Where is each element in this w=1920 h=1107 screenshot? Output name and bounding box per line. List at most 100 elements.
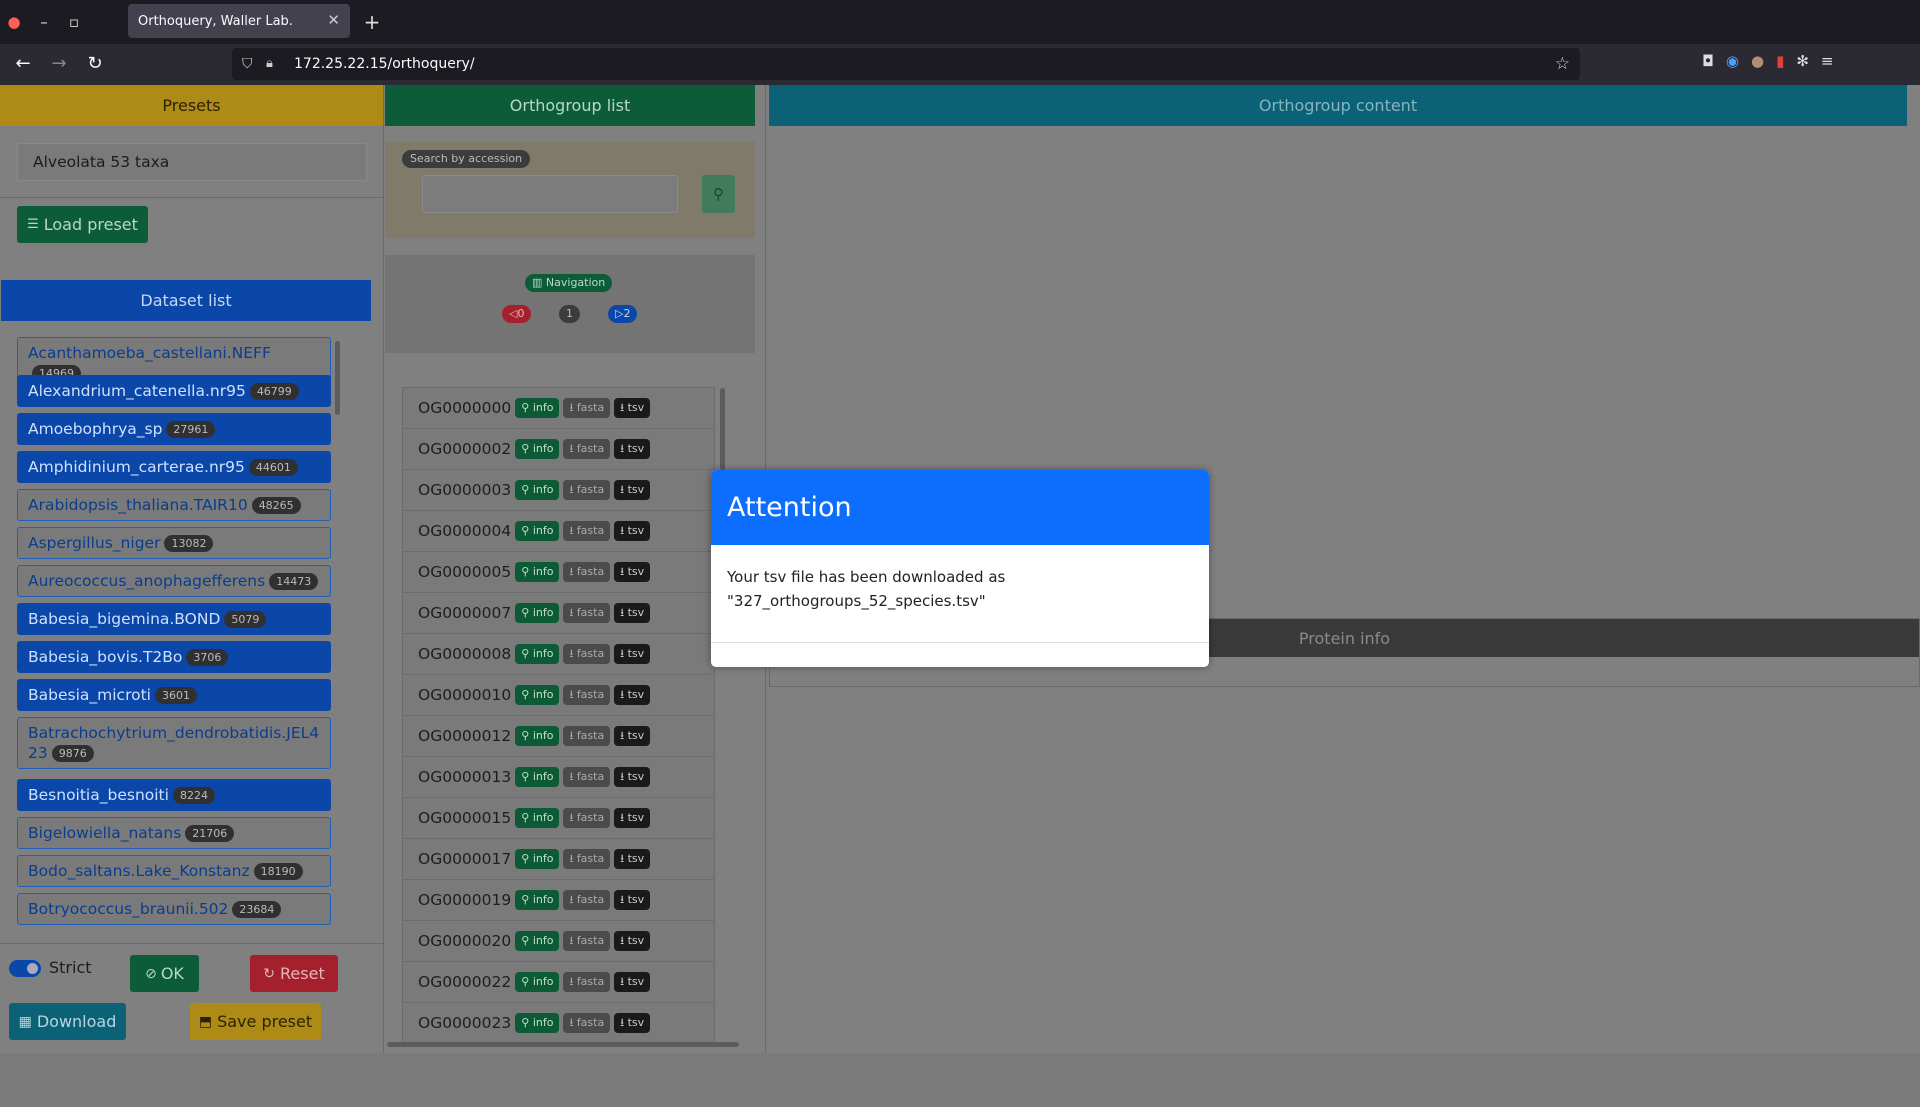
- og-fasta-button[interactable]: ⭳ fasta: [563, 1013, 611, 1033]
- extension-check-icon[interactable]: ◉: [1726, 52, 1739, 76]
- bookmark-star-icon[interactable]: ☆: [1555, 48, 1570, 80]
- url-bar[interactable]: ⛉ 🔒︎ 172.25.22.15/orthoquery/ ☆: [232, 48, 1580, 80]
- navigation-badge: ▥ Navigation: [525, 274, 613, 292]
- og-fasta-button[interactable]: ⭳ fasta: [563, 849, 611, 869]
- reload-icon[interactable]: ↻: [81, 50, 109, 78]
- extension-gear-icon[interactable]: ✻: [1796, 52, 1809, 76]
- og-fasta-button[interactable]: ⭳ fasta: [563, 931, 611, 951]
- og-fasta-button[interactable]: ⭳ fasta: [563, 767, 611, 787]
- download-icon: ⭳: [620, 811, 628, 824]
- og-info-button[interactable]: ⚲ info: [515, 726, 560, 746]
- og-row: OG0000007 ⚲ info ⭳ fasta ⭳ tsv: [402, 593, 715, 634]
- extension-avatar-icon[interactable]: ●: [1751, 52, 1764, 76]
- search-icon: ⚲: [521, 1016, 533, 1029]
- attention-modal: Attention Your tsv file has been downloa…: [711, 470, 1209, 667]
- preset-select[interactable]: Alveolata 53 taxa: [17, 143, 367, 181]
- lock-icon: 🔒︎: [266, 56, 273, 71]
- new-tab-icon[interactable]: +: [360, 10, 384, 34]
- extension-red-icon[interactable]: ▮: [1776, 52, 1784, 76]
- og-tsv-button[interactable]: ⭳ tsv: [614, 685, 651, 705]
- og-tsv-button[interactable]: ⭳ tsv: [614, 439, 651, 459]
- og-info-button[interactable]: ⚲ info: [515, 603, 560, 623]
- load-preset-button[interactable]: ☰ Load preset: [17, 206, 148, 243]
- og-info-button[interactable]: ⚲ info: [515, 480, 560, 500]
- og-tsv-button[interactable]: ⭳ tsv: [614, 562, 651, 582]
- download-icon: ⭳: [620, 1016, 628, 1029]
- fasta-label: fasta: [576, 606, 605, 619]
- download-icon: ⭳: [620, 975, 628, 988]
- window-minimize-icon[interactable]: –: [32, 10, 56, 34]
- og-tsv-button[interactable]: ⭳ tsv: [614, 644, 651, 664]
- search-panel: Search by accession ⚲: [385, 142, 755, 238]
- og-row: OG0000004 ⚲ info ⭳ fasta ⭳ tsv: [402, 511, 715, 552]
- og-info-button[interactable]: ⚲ info: [515, 1013, 560, 1033]
- tsv-label: tsv: [627, 770, 645, 783]
- og-fasta-button[interactable]: ⭳ fasta: [563, 644, 611, 664]
- og-info-button[interactable]: ⚲ info: [515, 439, 560, 459]
- download-icon: ⭳: [620, 688, 628, 701]
- og-tsv-button[interactable]: ⭳ tsv: [614, 931, 651, 951]
- og-info-button[interactable]: ⚲ info: [515, 562, 560, 582]
- nav-next-button[interactable]: ▷2: [608, 305, 638, 323]
- og-tsv-button[interactable]: ⭳ tsv: [614, 603, 651, 623]
- og-fasta-button[interactable]: ⭳ fasta: [563, 603, 611, 623]
- og-info-button[interactable]: ⚲ info: [515, 931, 560, 951]
- og-tsv-button[interactable]: ⭳ tsv: [614, 726, 651, 746]
- back-icon[interactable]: ←: [9, 50, 37, 78]
- modal-body: Your tsv file has been downloaded as "32…: [711, 545, 1209, 643]
- menu-icon[interactable]: ≡: [1821, 52, 1834, 76]
- og-tsv-button[interactable]: ⭳ tsv: [614, 849, 651, 869]
- og-fasta-button[interactable]: ⭳ fasta: [563, 562, 611, 582]
- og-fasta-button[interactable]: ⭳ fasta: [563, 808, 611, 828]
- og-info-button[interactable]: ⚲ info: [515, 972, 560, 992]
- og-tsv-button[interactable]: ⭳ tsv: [614, 767, 651, 787]
- orthogroup-content-header: Orthogroup content: [769, 85, 1907, 126]
- og-fasta-button[interactable]: ⭳ fasta: [563, 726, 611, 746]
- og-tsv-button[interactable]: ⭳ tsv: [614, 972, 651, 992]
- nav-current-page: 1: [559, 305, 580, 323]
- nav-prev-button[interactable]: ◁0: [502, 305, 532, 323]
- og-tsv-button[interactable]: ⭳ tsv: [614, 890, 651, 910]
- og-tsv-button[interactable]: ⭳ tsv: [614, 1013, 651, 1033]
- og-info-button[interactable]: ⚲ info: [515, 808, 560, 828]
- og-list-hscrollbar[interactable]: [387, 1042, 739, 1047]
- og-tsv-button[interactable]: ⭳ tsv: [614, 398, 651, 418]
- og-fasta-button[interactable]: ⭳ fasta: [563, 685, 611, 705]
- og-info-button[interactable]: ⚲ info: [515, 398, 560, 418]
- og-fasta-button[interactable]: ⭳ fasta: [563, 480, 611, 500]
- og-tsv-button[interactable]: ⭳ tsv: [614, 480, 651, 500]
- og-info-button[interactable]: ⚲ info: [515, 767, 560, 787]
- og-tsv-button[interactable]: ⭳ tsv: [614, 808, 651, 828]
- window-restore-icon[interactable]: ▫: [62, 10, 86, 34]
- fasta-label: fasta: [576, 934, 605, 947]
- pocket-icon[interactable]: ◘: [1702, 52, 1714, 76]
- og-fasta-button[interactable]: ⭳ fasta: [563, 890, 611, 910]
- og-info-button[interactable]: ⚲ info: [515, 685, 560, 705]
- og-fasta-button[interactable]: ⭳ fasta: [563, 439, 611, 459]
- download-icon: ⭳: [569, 565, 577, 578]
- dataset-list-header: Dataset list: [1, 280, 371, 321]
- og-info-button[interactable]: ⚲ info: [515, 849, 560, 869]
- search-icon: ⚲: [521, 852, 533, 865]
- og-fasta-button[interactable]: ⭳ fasta: [563, 972, 611, 992]
- tab-close-icon[interactable]: ✕: [327, 11, 340, 29]
- og-fasta-button[interactable]: ⭳ fasta: [563, 521, 611, 541]
- og-tsv-button[interactable]: ⭳ tsv: [614, 521, 651, 541]
- forward-icon[interactable]: →: [45, 50, 73, 78]
- download-icon: ⭳: [620, 852, 628, 865]
- og-info-button[interactable]: ⚲ info: [515, 890, 560, 910]
- orthogroup-list-header-label: Orthogroup list: [509, 96, 631, 115]
- download-icon: ⭳: [620, 565, 628, 578]
- dataset-list-header-label: Dataset list: [140, 291, 232, 310]
- og-info-button[interactable]: ⚲ info: [515, 644, 560, 664]
- og-fasta-button[interactable]: ⭳ fasta: [563, 398, 611, 418]
- navigation-panel: ▥ Navigation ◁0 1 ▷2: [385, 255, 755, 353]
- download-icon: ⭳: [620, 442, 628, 455]
- shield-icon[interactable]: ⛉: [242, 48, 253, 80]
- og-info-button[interactable]: ⚲ info: [515, 521, 560, 541]
- search-button[interactable]: ⚲: [702, 175, 735, 213]
- window-close-icon[interactable]: ●: [2, 10, 26, 34]
- accession-search-input[interactable]: [422, 175, 678, 213]
- browser-tab[interactable]: Orthoquery, Waller Lab. ✕: [128, 4, 350, 38]
- og-id: OG0000008: [418, 645, 512, 663]
